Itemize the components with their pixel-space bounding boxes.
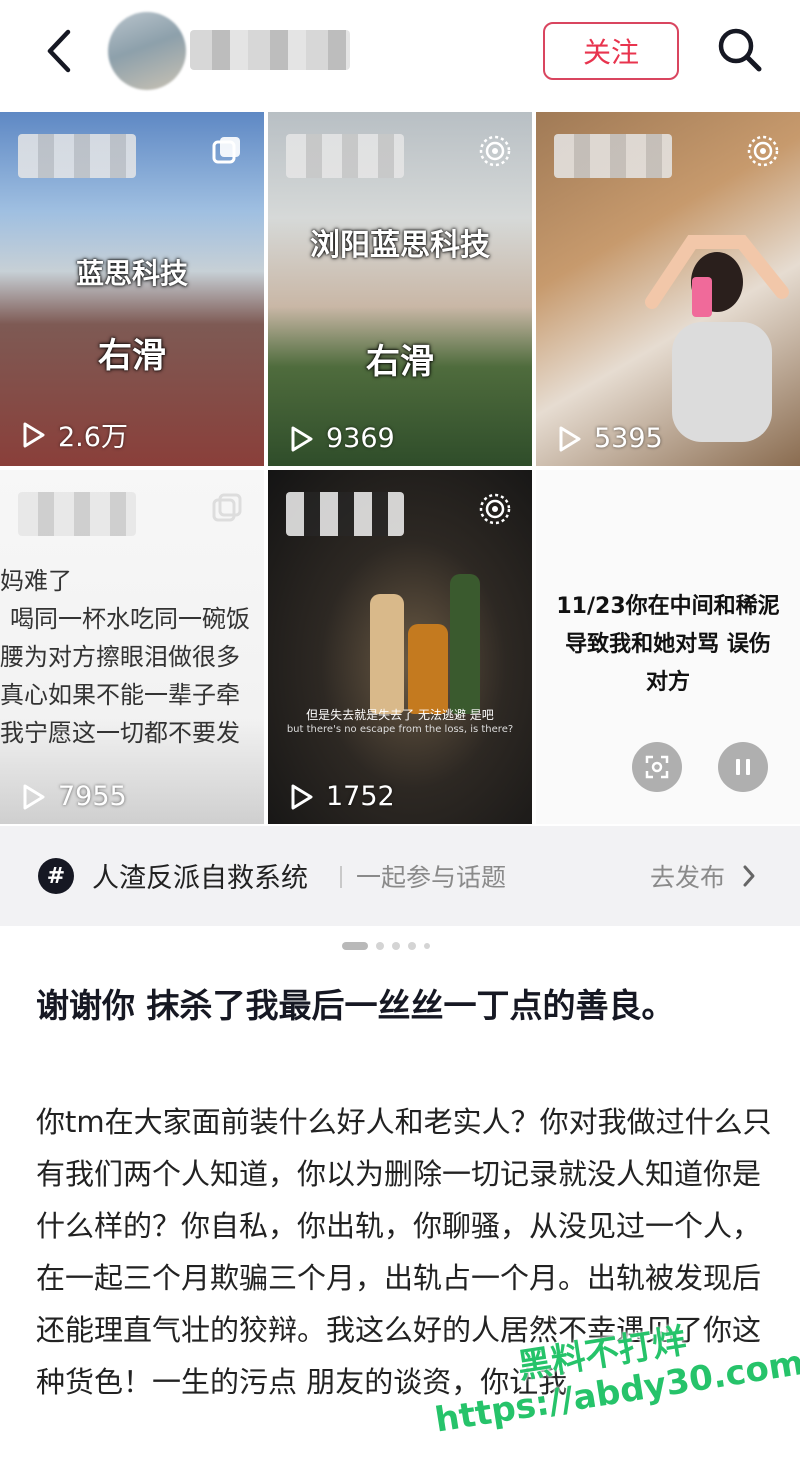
scan-button[interactable]	[632, 742, 682, 792]
text-line: 真心如果不能一辈子牵	[0, 681, 240, 709]
video-grid: 蓝思科技 右滑 2.6万 浏阳蓝思科技 右滑 9369 5395 妈难了 喝同一…	[0, 112, 800, 824]
play-icon	[291, 784, 313, 809]
video-tile-playing[interactable]: 11/23你在中间和稀泥 导致我和她对骂 误伤 对方	[536, 470, 800, 824]
page-indicator	[342, 942, 430, 950]
page-dot-active	[342, 942, 368, 950]
text-line: 导致我和她对骂 误伤	[565, 632, 771, 657]
play-count-value: 7955	[58, 781, 127, 812]
scan-icon	[645, 755, 669, 779]
play-icon	[23, 422, 45, 447]
live-photo-icon	[479, 135, 511, 167]
page-dot	[392, 942, 400, 950]
video-tile[interactable]: 蓝思科技 右滑 2.6万	[0, 112, 264, 466]
multi-image-icon	[212, 493, 242, 522]
topic-post-link[interactable]: 去发布	[650, 858, 725, 894]
hashtag-icon: #	[38, 858, 74, 894]
topic-bar[interactable]: # 人渣反派自救系统 一起参与话题 去发布	[0, 826, 800, 926]
text-line: 妈难了	[0, 567, 72, 595]
play-icon	[291, 426, 313, 451]
divider	[340, 866, 342, 888]
page-dot	[424, 943, 430, 949]
video-tile[interactable]: 妈难了 喝同一杯水吃同一碗饭 腰为对方擦眼泪做很多 真心如果不能一辈子牵 我宁愿…	[0, 470, 264, 824]
pause-icon	[736, 759, 750, 775]
play-count-value: 5395	[594, 423, 663, 454]
live-photo-icon	[479, 493, 511, 525]
profile-header: 关注	[0, 0, 800, 108]
blurred-label	[18, 134, 136, 178]
text-line: 腰为对方擦眼泪做很多	[0, 643, 240, 671]
blurred-label	[554, 134, 672, 178]
topic-name[interactable]: 人渣反派自救系统	[92, 856, 308, 895]
couple-photo-illustration	[645, 235, 789, 442]
bottle-illustration	[408, 624, 448, 714]
bottle-illustration	[450, 574, 480, 714]
subtitle-en: but there's no escape from the loss, is …	[286, 724, 514, 735]
page-dot	[408, 942, 416, 950]
video-overlay-swipe: 右滑	[98, 336, 166, 376]
play-count-value: 9369	[326, 423, 395, 454]
play-count: 7955	[18, 781, 127, 812]
search-icon[interactable]	[712, 22, 768, 78]
pause-button[interactable]	[718, 742, 768, 792]
video-overlay-swipe: 右滑	[366, 342, 434, 382]
topic-join-text: 一起参与话题	[356, 863, 507, 892]
play-count: 9369	[286, 423, 395, 454]
play-count: 1752	[286, 781, 395, 812]
video-overlay-brand: 浏阳蓝思科技	[310, 228, 490, 263]
play-count-value: 2.6万	[58, 422, 128, 453]
video-tile[interactable]: 浏阳蓝思科技 右滑 9369	[268, 112, 532, 466]
username-blurred	[190, 30, 350, 70]
avatar[interactable]	[108, 12, 186, 90]
play-icon	[23, 784, 45, 809]
play-count: 5395	[554, 423, 663, 454]
subtitle-zh: 但是失去就是失去了 无法逃避 是吧	[306, 708, 494, 722]
play-count: 2.6万	[18, 415, 128, 454]
blurred-label	[286, 134, 404, 178]
video-overlay-text: 11/23你在中间和稀泥 导致我和她对骂 误伤 对方	[536, 588, 800, 702]
video-tile[interactable]: 5395	[536, 112, 800, 466]
multi-image-icon	[212, 137, 240, 164]
bottle-illustration	[370, 594, 404, 714]
play-count-value: 1752	[326, 781, 395, 812]
text-line: 喝同一杯水吃同一碗饭	[10, 605, 250, 633]
text-line: 对方	[645, 670, 690, 695]
post-title: 谢谢你 抹杀了我最后一丝丝一丁点的善良。	[36, 986, 675, 1025]
text-line: 11/23你在中间和稀泥	[556, 594, 780, 619]
text-line: 我宁愿这一切都不要发	[0, 719, 240, 747]
blurred-label	[286, 492, 404, 536]
video-tile[interactable]: 但是失去就是失去了 无法逃避 是吧 but there's no escape …	[268, 470, 532, 824]
video-overlay-brand: 蓝思科技	[75, 257, 188, 290]
follow-button[interactable]: 关注	[543, 22, 679, 80]
chevron-right-icon[interactable]	[742, 864, 756, 888]
chevron-left-icon[interactable]	[38, 26, 82, 76]
blurred-label	[18, 492, 136, 536]
play-icon	[559, 426, 581, 451]
page-dot	[376, 942, 384, 950]
video-overlay-text: 妈难了 喝同一杯水吃同一碗饭 腰为对方擦眼泪做很多 真心如果不能一辈子牵 我宁愿…	[0, 562, 264, 752]
live-photo-icon	[747, 135, 779, 167]
